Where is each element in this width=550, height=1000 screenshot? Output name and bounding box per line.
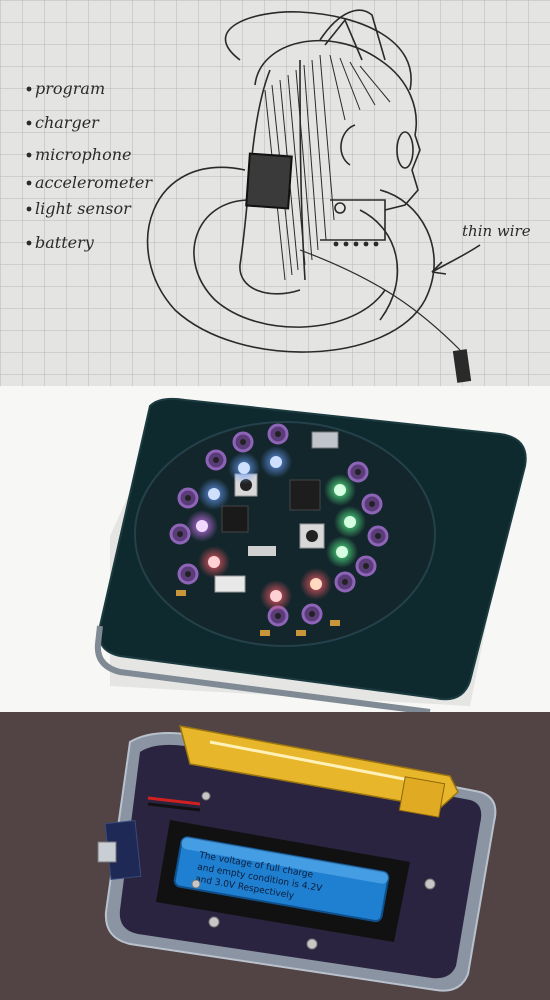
sketch-panel: program charger microphone accelerometer… (0, 0, 550, 386)
battery-photo-panel: The voltage of full charge and empty con… (0, 712, 550, 1000)
charger-usb-port (97, 841, 117, 863)
bullet-light-sensor: light sensor (35, 199, 132, 218)
bullet-charger: charger (35, 113, 100, 132)
bullet-dot (26, 180, 32, 186)
bullet-battery: battery (35, 233, 95, 252)
board-illustration (94, 397, 527, 712)
battery-connector (214, 575, 246, 593)
bullet-dot (26, 152, 32, 158)
bullet-dot (26, 206, 32, 212)
main-processor-chip (289, 479, 321, 511)
bullet-dot (26, 86, 32, 92)
bullet-program: program (35, 79, 105, 98)
bullet-microphone: microphone (35, 145, 131, 164)
usb-port (311, 431, 339, 449)
battery-illustration: The voltage of full charge and empty con… (0, 712, 550, 1000)
thin-wire-label: thin wire (462, 222, 531, 240)
bullet-accelerometer: accelerometer (35, 173, 153, 192)
clip-hinge (398, 776, 446, 818)
board-photo-panel (0, 386, 550, 712)
bullet-dot (26, 240, 32, 246)
slide-switch (248, 546, 276, 556)
bullet-dot (26, 120, 32, 126)
hair-clip-device (245, 152, 293, 210)
microphone-chip (221, 505, 249, 533)
sketch-illustration: program charger microphone accelerometer… (0, 0, 550, 386)
